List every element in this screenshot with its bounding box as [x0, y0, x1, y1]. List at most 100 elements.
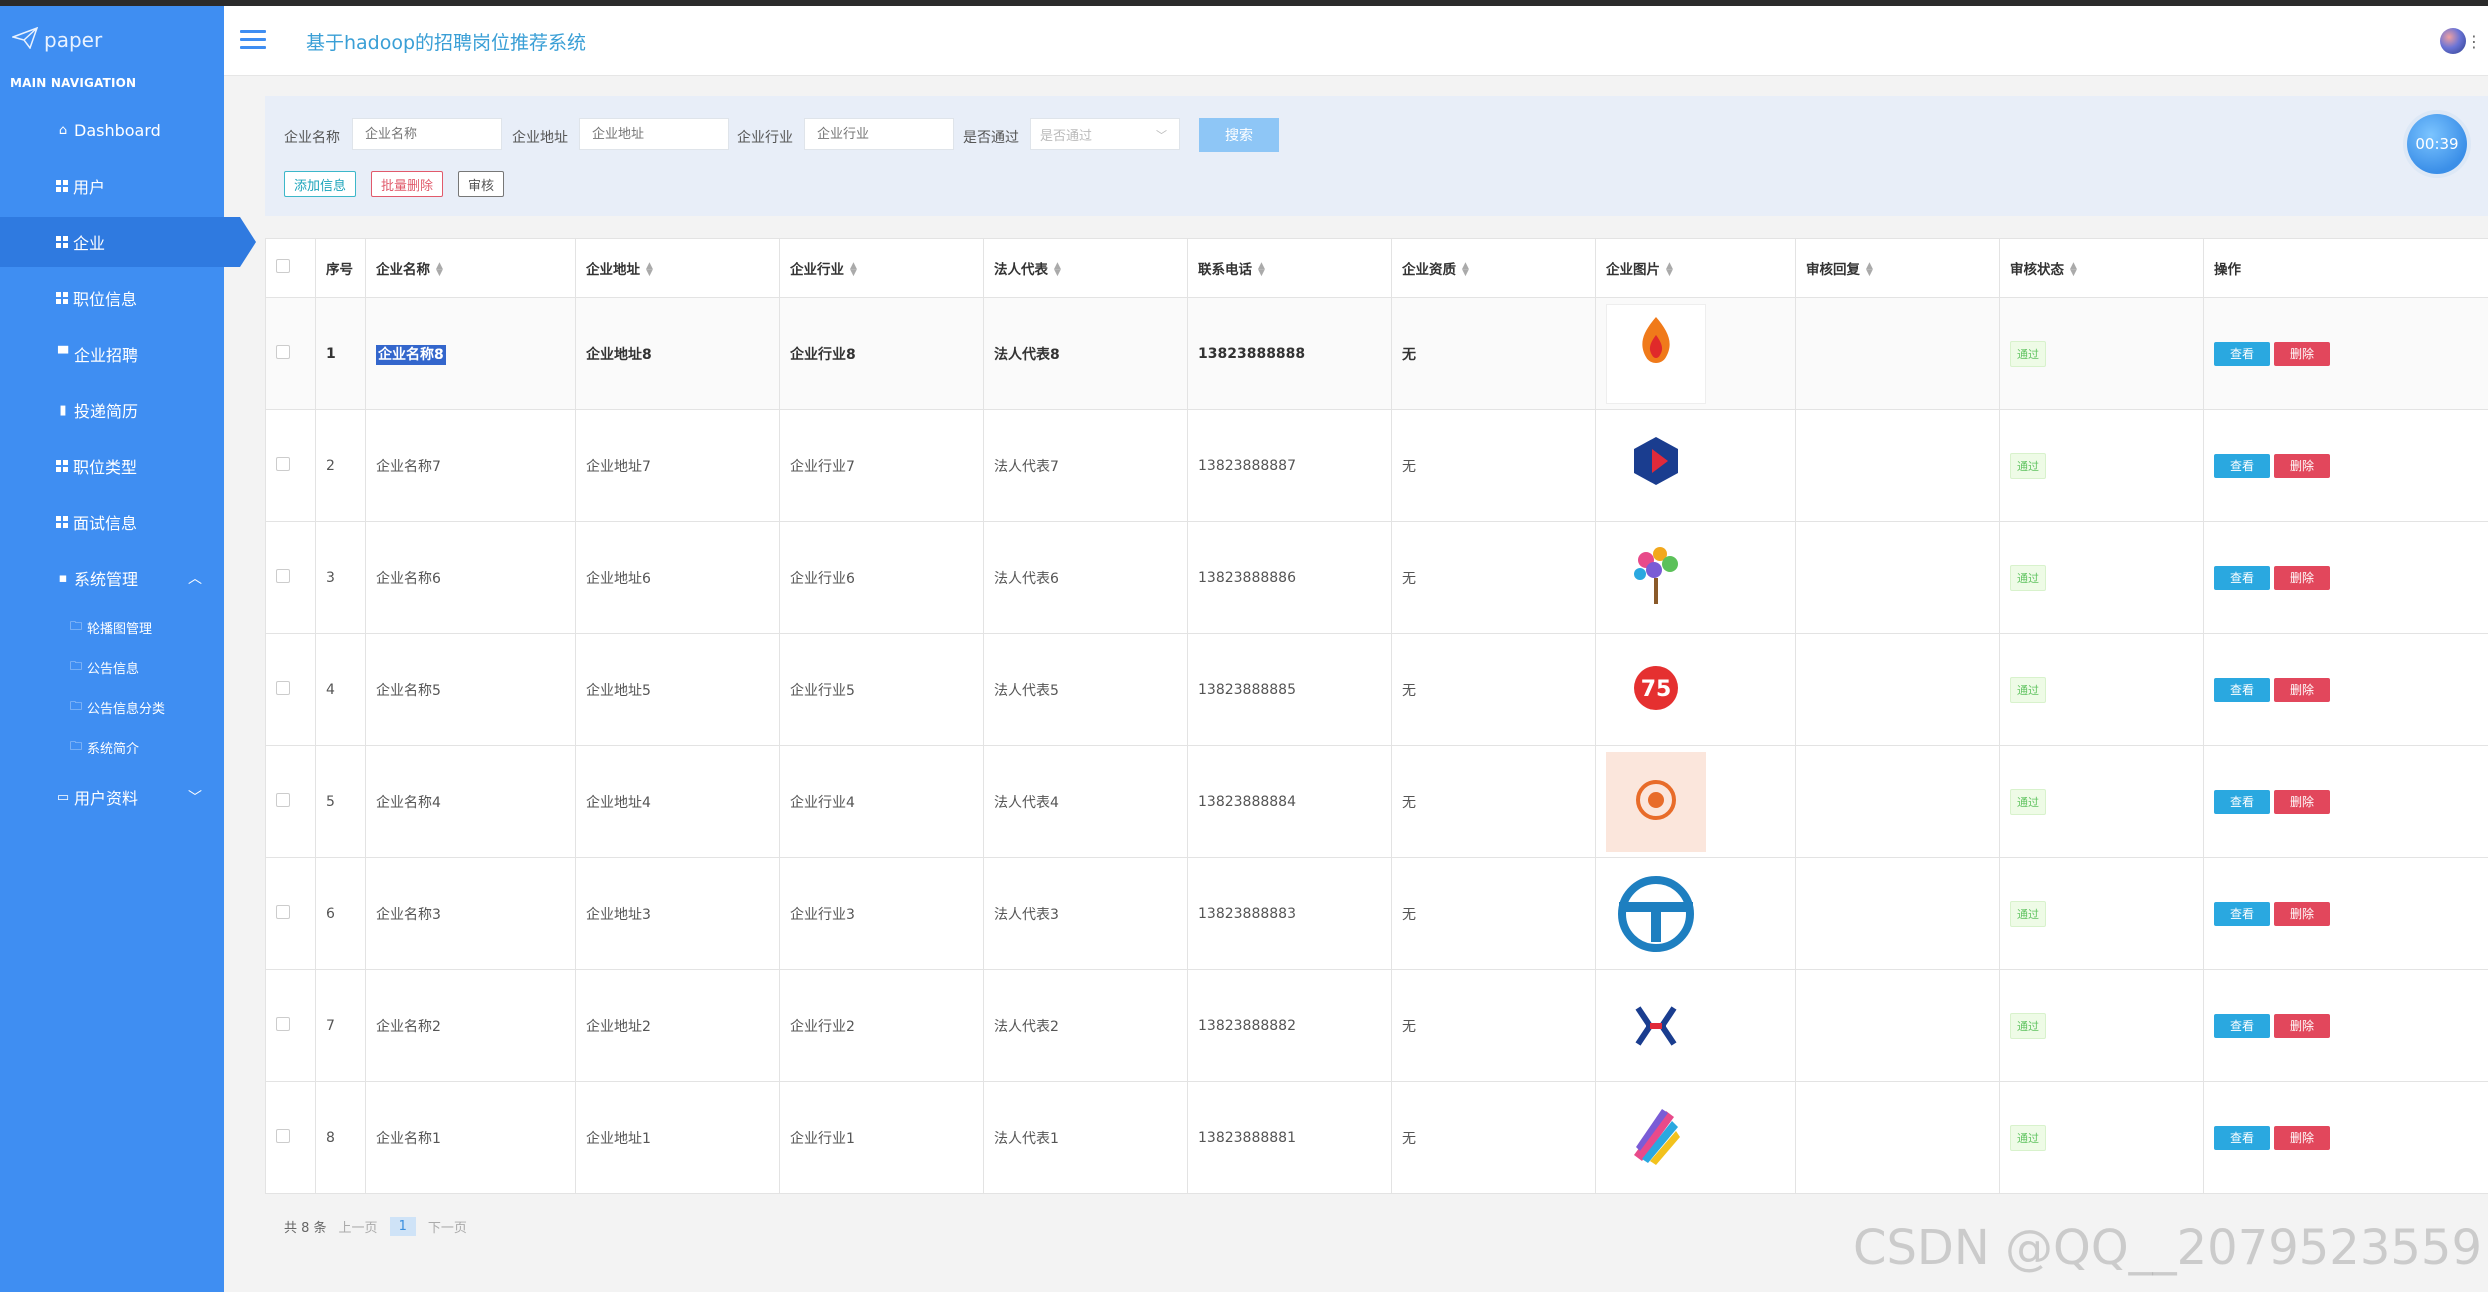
audit-reply-cell [1795, 633, 2000, 746]
sidebar-item-job-info[interactable]: 职位信息 [0, 273, 224, 323]
table-row[interactable]: 3 企业名称6 企业地址6 企业行业6 法人代表6 13823888886 无 通过 查看 删除 [265, 521, 2488, 634]
sort-icon[interactable]: ▲ ▼ [646, 262, 653, 278]
sidebar-item-job-type[interactable]: 职位类型 [0, 441, 224, 491]
row-checkbox[interactable] [276, 568, 290, 583]
sidebar-item-users[interactable]: 用户 [0, 161, 224, 211]
column-header[interactable]: 企业行业 ▲ ▼ [779, 238, 984, 298]
column-header[interactable]: 企业图片 ▲ ▼ [1595, 238, 1796, 298]
table-row[interactable]: 4 企业名称5 企业地址5 企业行业5 法人代表5 13823888885 无 75 通过 查看删… [265, 633, 2488, 746]
sidebar-subitem-notice[interactable]: 🗀 公告信息 [0, 647, 224, 687]
company-name-input[interactable] [352, 118, 502, 150]
sort-icon[interactable]: ▲ ▼ [1462, 262, 1469, 278]
sort-icon[interactable]: ▲ ▼ [1866, 262, 1873, 278]
batch-delete-button[interactable]: 批量删除 [371, 171, 444, 197]
view-button[interactable]: 查看 [2214, 789, 2270, 814]
view-button[interactable]: 查看 [2214, 1013, 2270, 1038]
home-icon: ⌂ [58, 122, 68, 138]
table-row[interactable]: 8 企业名称1 企业地址1 企业行业1 法人代表1 13823888881 无 通过 查看 删除 [265, 1081, 2488, 1194]
app-logo[interactable]: paper [10, 20, 102, 60]
select-all-checkbox[interactable] [276, 259, 290, 273]
company-industry-input[interactable] [804, 118, 954, 150]
company-image-cell [1595, 521, 1796, 634]
avatar[interactable] [2440, 28, 2466, 54]
company-logo-image[interactable] [1606, 863, 1706, 964]
sidebar-subitem-intro[interactable]: 🗀 系统简介 [0, 727, 224, 767]
column-header[interactable]: 联系电话 ▲ ▼ [1187, 238, 1392, 298]
folder-icon: 🗀 [70, 658, 83, 673]
row-checkbox[interactable] [276, 680, 290, 695]
audit-button[interactable]: 审核 [458, 171, 505, 197]
sort-icon[interactable]: ▲ ▼ [850, 262, 857, 278]
delete-button[interactable]: 删除 [2274, 789, 2330, 814]
column-header[interactable]: 审核回复 ▲ ▼ [1795, 238, 2000, 298]
sidebar-item-recruitment[interactable]: ▀ 企业招聘 [0, 329, 224, 379]
company-logo-image[interactable] [1606, 527, 1706, 628]
view-button[interactable]: 查看 [2214, 341, 2270, 366]
delete-button[interactable]: 删除 [2274, 1125, 2330, 1150]
page-number-button[interactable]: 1 [389, 1217, 416, 1236]
add-button[interactable]: 添加信息 [284, 171, 357, 197]
company-logo-image[interactable] [1606, 415, 1706, 516]
status-badge: 通过 [2010, 340, 2046, 367]
column-header[interactable]: 企业资质 ▲ ▼ [1391, 238, 1596, 298]
column-header[interactable]: 法人代表 ▲ ▼ [983, 238, 1188, 298]
sort-icon[interactable]: ▲ ▼ [1054, 262, 1061, 278]
sidebar-subitem-notice-category[interactable]: 🗀 公告信息分类 [0, 687, 224, 727]
company-address-input[interactable] [579, 118, 729, 150]
delete-button[interactable]: 删除 [2274, 1013, 2330, 1038]
prev-page-button[interactable]: 上一页 [339, 1217, 378, 1236]
more-vertical-icon[interactable]: ⋮ [2466, 32, 2482, 51]
sidebar-item-interview[interactable]: 面试信息 [0, 497, 224, 547]
sort-icon[interactable]: ▲ ▼ [436, 262, 443, 278]
delete-button[interactable]: 删除 [2274, 341, 2330, 366]
sidebar-item-label: 用户资料 [74, 789, 139, 808]
view-button[interactable]: 查看 [2214, 565, 2270, 590]
column-header[interactable]: 审核状态 ▲ ▼ [1999, 238, 2204, 298]
delete-button[interactable]: 删除 [2274, 677, 2330, 702]
table-row[interactable]: 6 企业名称3 企业地址3 企业行业3 法人代表3 13823888883 无 通过 查看 删除 [265, 857, 2488, 970]
company-logo-image[interactable]: 75 [1606, 639, 1706, 740]
next-page-button[interactable]: 下一页 [428, 1217, 467, 1236]
company-address-cell: 企业地址4 [575, 745, 780, 858]
view-button[interactable]: 查看 [2214, 901, 2270, 926]
sidebar-item-resume[interactable]: ▮ 投递简历 [0, 385, 224, 435]
row-checkbox[interactable] [276, 456, 290, 471]
company-logo-image[interactable] [1606, 303, 1706, 404]
table-row[interactable]: 5 企业名称4 企业地址4 企业行业4 法人代表4 13823888884 无 通过 查看 删除 [265, 745, 2488, 858]
approved-select[interactable]: 是否通过 ﹀ [1030, 118, 1180, 150]
view-button[interactable]: 查看 [2214, 453, 2270, 478]
table-row[interactable]: 7 企业名称2 企业地址2 企业行业2 法人代表2 13823888882 无 通过 查看 删除 [265, 969, 2488, 1082]
table-row[interactable]: 2 企业名称7 企业地址7 企业行业7 法人代表7 13823888887 无 通过 查看 删除 [265, 409, 2488, 522]
sort-icon[interactable]: ▲ ▼ [1258, 262, 1265, 278]
delete-button[interactable]: 删除 [2274, 901, 2330, 926]
company-logo-image[interactable] [1606, 975, 1706, 1076]
row-checkbox[interactable] [276, 904, 290, 919]
sidebar-item-user-profile[interactable]: ▭ 用户资料 ﹀ [0, 772, 224, 822]
view-button[interactable]: 查看 [2214, 1125, 2270, 1150]
trash-icon: ▪ [58, 570, 68, 586]
menu-toggle-icon[interactable] [240, 30, 266, 50]
row-checkbox[interactable] [276, 1016, 290, 1031]
company-logo-image[interactable] [1606, 751, 1706, 852]
delete-button[interactable]: 删除 [2274, 453, 2330, 478]
delete-button[interactable]: 删除 [2274, 565, 2330, 590]
column-header[interactable]: 企业名称 ▲ ▼ [365, 238, 576, 298]
row-checkbox[interactable] [276, 792, 290, 807]
sort-icon[interactable]: ▲ ▼ [2070, 262, 2077, 278]
row-checkbox[interactable] [276, 1128, 290, 1143]
row-checkbox[interactable] [276, 344, 290, 359]
pagination: 共 8 条 上一页 1 下一页 [284, 1217, 467, 1236]
legal-rep-cell: 法人代表6 [983, 521, 1188, 634]
sidebar-item-dashboard[interactable]: ⌂ Dashboard [0, 105, 224, 155]
grid-icon [56, 460, 68, 472]
search-button[interactable]: 搜索 [1199, 118, 1279, 152]
timer-badge[interactable]: 00:39 [2407, 114, 2467, 174]
table-row[interactable]: 1 企业名称8 企业地址8 企业行业8 法人代表8 13823888888 无 通过 查看 删除 [265, 297, 2488, 410]
sort-icon[interactable]: ▲ ▼ [1666, 262, 1673, 278]
column-header[interactable]: 企业地址 ▲ ▼ [575, 238, 780, 298]
sidebar-item-system[interactable]: ▪ 系统管理 ︿ [0, 553, 224, 603]
company-logo-image[interactable] [1606, 1087, 1706, 1188]
sidebar-item-company[interactable]: 企业 [0, 217, 256, 267]
view-button[interactable]: 查看 [2214, 677, 2270, 702]
sidebar-subitem-carousel[interactable]: 🗀 轮播图管理 [0, 607, 224, 647]
